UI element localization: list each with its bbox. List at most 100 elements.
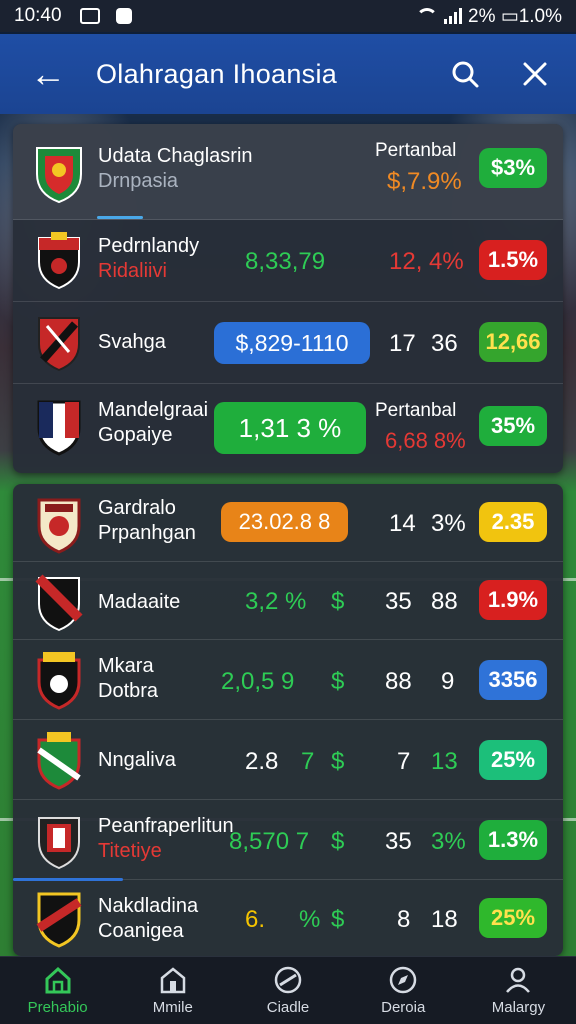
club-crest-icon [38, 317, 80, 372]
club-crest-icon [37, 652, 81, 710]
stat-badge[interactable]: 2.35 [479, 502, 547, 542]
stat-number: 88 [431, 588, 458, 615]
stat-badge[interactable]: 25% [479, 898, 547, 938]
battery-text: 2% ▭1.0% [468, 5, 562, 27]
list-item[interactable]: Madaaite 3,2 % $ 35 88 1.9% [13, 562, 563, 640]
team-name: Madaaite [98, 591, 181, 613]
standings-panel-bottom: Gardralo Prpanhgan 23.02.8 8 14 3% 2.35 … [13, 484, 563, 956]
team-subtitle: Prpanhgan [98, 522, 196, 544]
team-subtitle: Dotbra [98, 680, 159, 702]
list-item[interactable]: Nakdladina Coanigea 6. % $ 8 18 25% [13, 880, 563, 956]
back-button[interactable]: ← [30, 53, 76, 95]
currency-symbol: $ [331, 828, 345, 855]
team-name: Svahga [98, 331, 166, 353]
page-title: Olahragan Ihoansia [96, 58, 338, 89]
team-subtitle: Gopaiye [98, 424, 173, 446]
nav-item-home[interactable]: Prehabio [0, 957, 115, 1024]
stat-badge[interactable]: 3356 [479, 660, 547, 700]
stat-number: 3% [431, 828, 466, 855]
team-subtitle: Coanigea [98, 920, 184, 942]
ball-icon [274, 966, 302, 994]
tab-indicator [97, 216, 143, 219]
stat-number: 88 [385, 668, 412, 695]
team-subtitle: Titetiye [98, 840, 162, 862]
nav-item-building[interactable]: Mmile [115, 957, 230, 1024]
club-crest-icon [38, 817, 80, 870]
team-value: 6. [245, 906, 266, 933]
nav-item-ball[interactable]: Ciadle [230, 957, 345, 1024]
nav-item-profile[interactable]: Malargy [461, 957, 576, 1024]
nav-label: Mmile [152, 999, 193, 1016]
currency-symbol: $ [331, 588, 345, 615]
list-item[interactable]: Mkara Dotbra 2,0,5 9 $ 88 9 3356 [13, 640, 563, 720]
stat-badge[interactable]: 12,66 [479, 322, 547, 362]
team-subtitle: Drnpasia [98, 170, 179, 192]
currency-symbol: $ [331, 748, 345, 775]
search-icon[interactable] [448, 57, 482, 91]
signal-icon [444, 8, 462, 24]
gallery-notification-icon [79, 8, 100, 24]
close-icon[interactable] [518, 57, 552, 91]
team-name: Mandelgraai [98, 399, 209, 421]
nav-label: Deroia [381, 999, 426, 1016]
compass-icon [389, 966, 417, 994]
club-crest-icon [37, 732, 81, 790]
list-item[interactable]: Gardralo Prpanhgan 23.02.8 8 14 3% 2.35 [13, 484, 563, 562]
user-icon [506, 967, 531, 993]
stat-number: 17 [389, 330, 416, 357]
bottom-navigation: Prehabio Mmile Ciadle Deroia Malargy [0, 956, 576, 1024]
stat-number: 35 [385, 588, 412, 615]
currency-symbol: $ [331, 668, 345, 695]
club-crest-icon [37, 400, 81, 456]
value-pill[interactable]: 23.02.8 8 [221, 502, 348, 542]
currency-symbol: $ [331, 906, 345, 933]
stat-badge[interactable]: 1.9% [479, 580, 547, 620]
list-item[interactable]: Udata Chaglasrin Drnpasia Pertanbal $,7.… [13, 124, 563, 220]
stat-number: 18 [431, 906, 458, 933]
home-icon [45, 966, 71, 994]
stat-badge[interactable]: 1.3% [479, 820, 547, 860]
list-item[interactable]: Svahga $,829-1110 17 36 12,66 [13, 302, 563, 384]
building-icon [160, 967, 186, 994]
stat-badge[interactable]: 1.5% [479, 240, 547, 280]
team-value-secondary: % [299, 906, 321, 933]
team-name: Udata Chaglasrin [98, 145, 253, 167]
team-name: Mkara [98, 655, 154, 677]
club-crest-icon [38, 232, 80, 290]
stat-number: 35 [385, 828, 412, 855]
team-name: Pedrnlandy [98, 235, 200, 257]
nav-item-compass[interactable]: Deroia [346, 957, 461, 1024]
team-value-secondary: 7 [301, 748, 315, 775]
list-item[interactable]: Peanfraperlitun Titetiye 8,570 7 $ 35 3%… [13, 800, 563, 880]
team-value: 2.8 [245, 748, 279, 775]
team-name: Nakdladina [98, 895, 199, 917]
app-notification-icon [115, 8, 132, 24]
team-value: 6,68 8% [385, 428, 466, 453]
list-item[interactable]: Mandelgraai Gopaiye 1,31 3 % Pertanbal 6… [13, 384, 563, 473]
team-subtitle: Ridaliivi [98, 260, 167, 282]
standings-panel-top: Udata Chaglasrin Drnpasia Pertanbal $,7.… [13, 124, 563, 473]
status-bar: 10:40 2% ▭1.0% [0, 0, 576, 32]
nav-label: Malargy [491, 999, 546, 1016]
team-percent: 12, 4% [389, 248, 464, 275]
stat-badge[interactable]: 35% [479, 406, 547, 446]
team-value: 3,2 % [245, 588, 307, 615]
stat-number: 36 [431, 330, 458, 357]
wifi-icon [416, 8, 438, 24]
stat-number: 9 [441, 668, 455, 695]
value-pill[interactable]: 1,31 3 % [214, 402, 366, 454]
app-bar: ← Olahragan Ihoansia [0, 34, 576, 114]
header-value: $,7.9% [387, 168, 462, 195]
stat-number: 3% [431, 510, 466, 537]
list-item[interactable]: Pedrnlandy Ridaliivi 8,33,79 12, 4% 1.5% [13, 220, 563, 302]
list-item[interactable]: Nngaliva 2.8 7 $ 7 13 25% [13, 720, 563, 800]
stat-badge[interactable]: $3% [479, 148, 547, 188]
column-label: Pertanbal [375, 140, 457, 161]
column-label: Pertanbal [375, 400, 457, 421]
team-name: Gardralo [98, 497, 176, 519]
value-pill[interactable]: $,829-1110 [214, 322, 370, 364]
nav-label: Ciadle [266, 999, 310, 1016]
team-value: 8,33,79 [245, 248, 326, 275]
team-name: Peanfraperlitun [98, 815, 234, 837]
stat-badge[interactable]: 25% [479, 740, 547, 780]
